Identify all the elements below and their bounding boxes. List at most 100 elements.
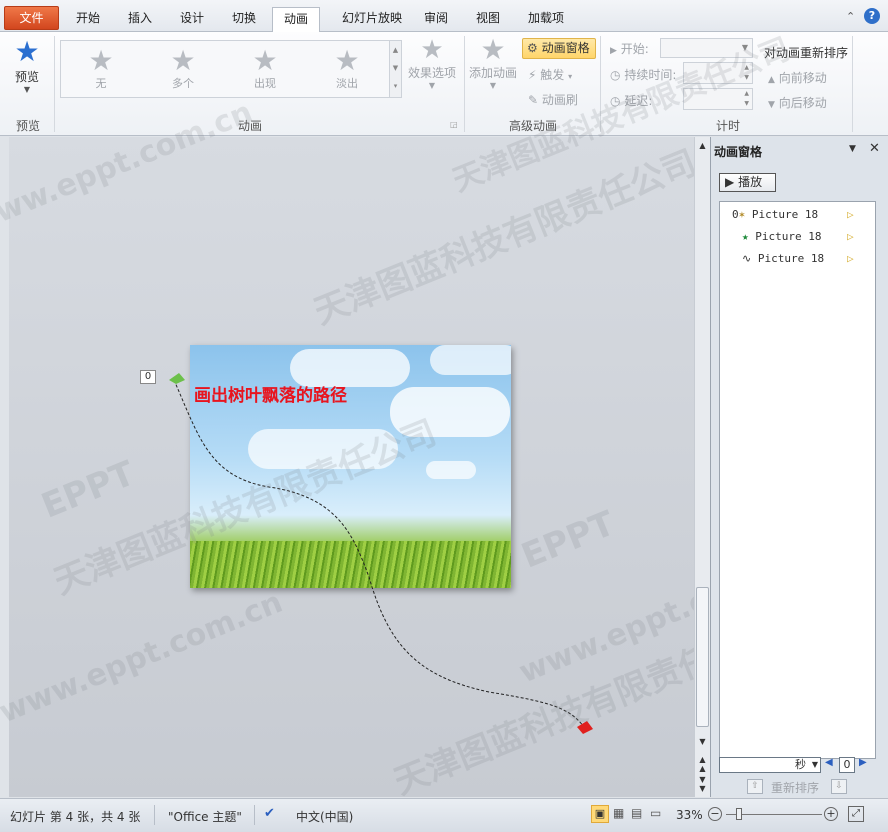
- slide-sorter-icon[interactable]: ▦: [613, 806, 624, 820]
- animation-list-item[interactable]: ∿ Picture 18 ▷: [732, 250, 872, 270]
- timeline-right-icon[interactable]: ▶: [859, 757, 871, 773]
- effect-fade[interactable]: ★ 淡出: [327, 47, 367, 91]
- effect-multiple[interactable]: ★ 多个: [163, 47, 203, 91]
- duration-label: ◷ 持续时间:: [610, 68, 677, 82]
- status-divider: [154, 805, 155, 825]
- play-label: 播放: [738, 175, 763, 189]
- preview-star-icon: ★: [14, 35, 40, 68]
- timing-group-label: 计时: [715, 119, 740, 133]
- normal-view-icon[interactable]: ▣: [591, 805, 609, 823]
- animation-order-marker[interactable]: 0: [140, 370, 156, 384]
- animation-group-label: 动画: [237, 119, 262, 133]
- tab-slideshow[interactable]: 幻灯片放映: [330, 7, 414, 32]
- zoom-in-icon[interactable]: +: [824, 807, 838, 821]
- close-icon[interactable]: ✕: [869, 141, 880, 156]
- animation-painter-label: 动画刷: [541, 93, 578, 107]
- pane-title: 动画窗格: [714, 145, 763, 159]
- delay-label: ◷ 延迟:: [610, 94, 653, 108]
- effect-fade-label: 淡出: [336, 77, 358, 90]
- group-divider: [464, 36, 465, 132]
- dialog-launcher-icon[interactable]: ◲: [450, 120, 458, 129]
- seconds-dropdown[interactable]: 秒 ▼: [719, 757, 821, 773]
- clock-icon: ◷: [610, 94, 621, 108]
- tab-view[interactable]: 视图: [470, 7, 506, 32]
- start-select[interactable]: ▼: [660, 38, 753, 58]
- scroll-down-icon[interactable]: ▼: [696, 737, 709, 746]
- slideshow-icon[interactable]: ▭: [650, 806, 661, 820]
- tab-design[interactable]: 设计: [170, 7, 214, 32]
- fit-to-window-icon[interactable]: ⤢: [848, 806, 864, 822]
- effect-none[interactable]: ★ 无: [81, 47, 121, 91]
- motion-path[interactable]: [9, 137, 694, 797]
- add-animation-button[interactable]: ★ 添加动画 ▼: [468, 36, 518, 108]
- timeline-icon: ▷: [847, 230, 854, 243]
- theme-name[interactable]: "Office 主题": [168, 808, 242, 825]
- language-indicator[interactable]: 中文(中国): [296, 808, 353, 825]
- gallery-scroll[interactable]: ▲ ▼ ▾: [390, 40, 402, 98]
- next-slide-icon[interactable]: ▼ ▼: [696, 775, 709, 793]
- timeline-icon: ▷: [847, 208, 854, 221]
- spell-check-icon[interactable]: ✔: [264, 806, 275, 821]
- status-divider: [254, 805, 255, 825]
- effect-options-label: 效果选项: [407, 66, 456, 80]
- clock-icon: ◷: [610, 68, 621, 82]
- leaf-start-icon[interactable]: [169, 373, 185, 384]
- item-name: Picture 18: [751, 208, 819, 221]
- reorder-title: 对动画重新排序: [764, 46, 849, 60]
- effect-options-button[interactable]: ★ 效果选项 ▼: [406, 36, 458, 106]
- trigger-button[interactable]: ⚡ 触发 ▾: [528, 66, 572, 83]
- move-later-button[interactable]: ▼ 向后移动: [768, 94, 827, 111]
- help-icon[interactable]: ?: [864, 8, 880, 24]
- previous-slide-icon[interactable]: ▲ ▲: [696, 755, 709, 773]
- chevron-down-icon: ▼: [811, 760, 818, 769]
- tab-review[interactable]: 审阅: [418, 7, 454, 32]
- animation-pane-button[interactable]: ⚙ 动画窗格: [522, 38, 596, 59]
- leaf-end-icon[interactable]: [577, 721, 593, 734]
- scroll-thumb[interactable]: [696, 587, 709, 727]
- reorder-down-icon[interactable]: ⇩: [831, 779, 847, 794]
- reorder-up-icon[interactable]: ⇧: [747, 779, 763, 794]
- scroll-up-icon[interactable]: ▲: [696, 141, 709, 150]
- preview-label: 预览: [14, 70, 39, 84]
- animation-list-item[interactable]: ★ Picture 18 ▷: [732, 228, 872, 248]
- tab-transitions[interactable]: 切换: [222, 7, 266, 32]
- animation-painter-button[interactable]: ✎ 动画刷: [528, 91, 578, 108]
- motion-path-line[interactable]: [173, 379, 585, 728]
- delay-spinner[interactable]: ▲ ▼: [683, 88, 753, 110]
- animation-list-item[interactable]: 0✶ Picture 18 ▷: [732, 206, 872, 226]
- chevron-down-icon: ▼: [23, 85, 31, 94]
- multi-star-icon: ✶: [738, 208, 746, 221]
- reading-view-icon[interactable]: ▤: [631, 806, 642, 820]
- star-icon: ★: [88, 44, 114, 77]
- tab-insert[interactable]: 插入: [118, 7, 162, 32]
- minimize-ribbon-icon[interactable]: ⌃: [846, 10, 855, 23]
- tab-file[interactable]: 文件: [4, 6, 59, 30]
- move-earlier-button[interactable]: ▲ 向前移动: [768, 69, 827, 86]
- advanced-group-label: 高级动画: [508, 119, 557, 133]
- tab-addins[interactable]: 加载项: [522, 7, 570, 32]
- vertical-scrollbar[interactable]: ▲ ▼ ▲ ▲ ▼ ▼: [694, 137, 710, 797]
- duration-spinner[interactable]: ▲ ▼: [683, 62, 753, 84]
- ribbon: ★ 预览 ▼ 预览 ★ 无 ★ 多个 ★ 出现 ★ 淡出 ▲ ▼ ▾ ★ 效果选项 …: [0, 32, 888, 136]
- add-animation-icon: ★: [480, 33, 506, 66]
- star-icon: ★: [334, 44, 360, 77]
- pane-menu-icon[interactable]: ▼: [849, 144, 856, 154]
- zoom-out-icon[interactable]: −: [708, 807, 722, 821]
- animation-pane-icon: ⚙: [527, 41, 538, 55]
- timeline-left-icon[interactable]: ◀: [825, 757, 837, 773]
- play-button[interactable]: ▶ 播放: [719, 173, 776, 192]
- seconds-label: 秒: [795, 758, 806, 771]
- preview-button[interactable]: ★ 预览 ▼: [6, 36, 48, 106]
- arrow-up-icon: ▲: [768, 75, 775, 85]
- tab-animations[interactable]: 动画: [272, 7, 320, 33]
- zoom-slider-thumb[interactable]: [736, 808, 742, 820]
- green-star-icon: ★: [742, 230, 749, 243]
- play-icon: ▶: [725, 175, 735, 189]
- ribbon-tab-bar: 文件 开始 插入 设计 切换 动画 幻灯片放映 审阅 视图 加载项 ⌃ ?: [0, 0, 888, 33]
- tab-home[interactable]: 开始: [66, 7, 110, 32]
- effect-appear[interactable]: ★ 出现: [245, 47, 285, 91]
- slide-editing-area[interactable]: 画出树叶飘落的路径 0: [9, 137, 694, 797]
- reorder-label: 重新排序: [771, 781, 820, 795]
- zoom-level[interactable]: 33%: [676, 808, 703, 822]
- animation-pane: 动画窗格 ▼ ✕ ▶ 播放 0✶ Picture 18 ▷ ★ Picture …: [710, 137, 888, 797]
